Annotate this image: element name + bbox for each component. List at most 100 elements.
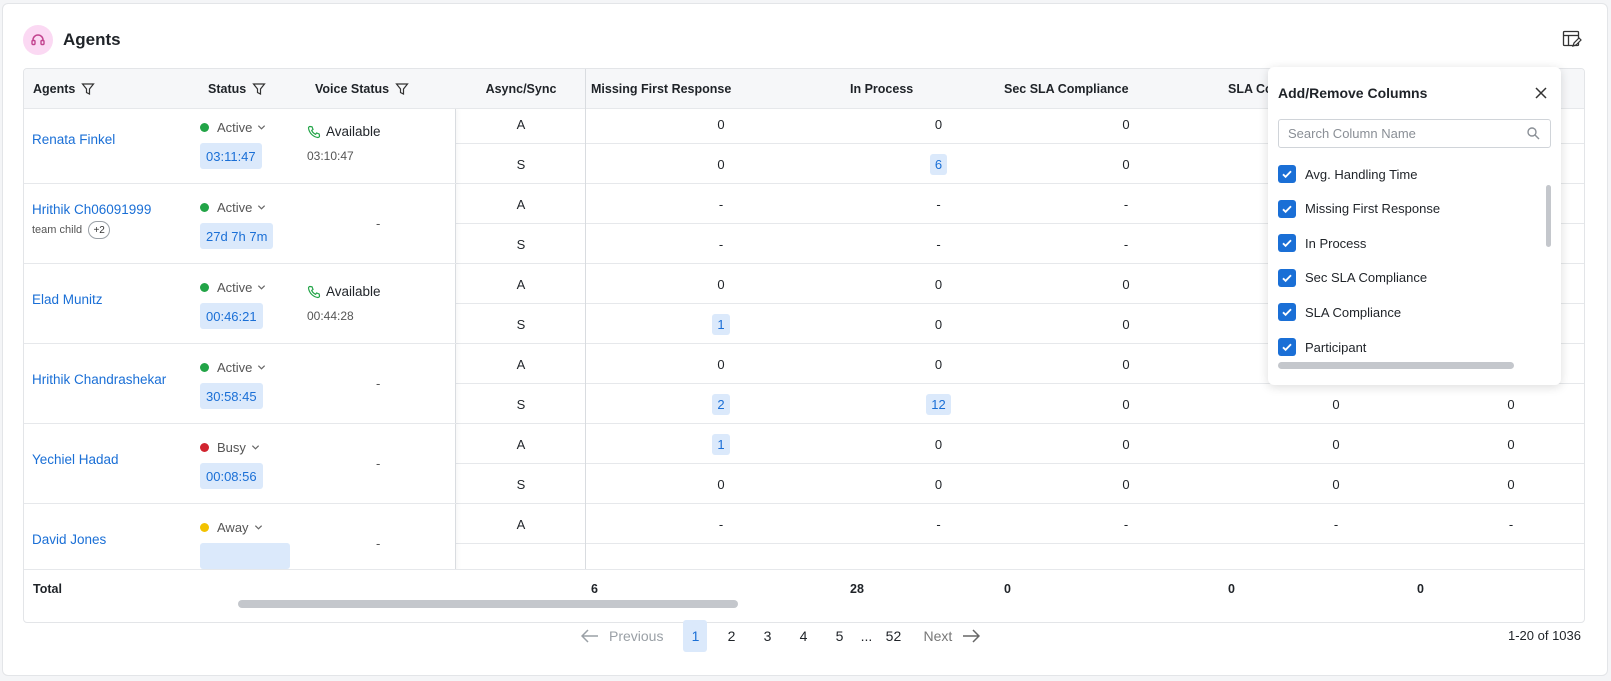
- in-process-cell: 0: [876, 464, 1001, 504]
- count-link[interactable]: 2: [712, 393, 730, 415]
- chevron-down-icon: [258, 365, 266, 370]
- status-label: Active: [217, 360, 253, 375]
- status-dropdown[interactable]: Active: [200, 120, 266, 135]
- cell-value: A: [516, 116, 526, 132]
- column-search-input[interactable]: [1278, 119, 1551, 148]
- column-option[interactable]: Missing First Response: [1278, 199, 1440, 219]
- checkbox-checked[interactable]: [1278, 234, 1296, 253]
- sec-sla-cell: 0: [1056, 424, 1196, 464]
- async-sync-cell: S: [456, 384, 586, 424]
- checkmark-icon: [1282, 170, 1292, 179]
- column-option[interactable]: Sec SLA Compliance: [1278, 268, 1427, 288]
- checkbox-checked[interactable]: [1278, 338, 1296, 356]
- next-button[interactable]: Next: [923, 628, 981, 644]
- col-sla-compliance[interactable]: SLA Co: [1228, 69, 1273, 109]
- cell-value: -: [1123, 516, 1129, 532]
- cell-value: 0: [717, 156, 725, 172]
- column-option[interactable]: Participant: [1278, 337, 1366, 357]
- status-dropdown[interactable]: Active: [200, 200, 266, 215]
- count-link[interactable]: 6: [929, 153, 948, 175]
- more-teams-chip[interactable]: +2: [88, 221, 111, 239]
- filter-icon[interactable]: [395, 82, 409, 96]
- col-async-sync[interactable]: Async/Sync: [456, 69, 586, 109]
- sec-sla-cell: -: [1056, 184, 1196, 224]
- panel-horizontal-scrollbar[interactable]: [1278, 362, 1514, 369]
- status-dropdown[interactable]: Busy: [200, 440, 260, 455]
- missing-first-response-cell: 2: [591, 384, 851, 424]
- checkbox-checked[interactable]: [1278, 268, 1296, 287]
- total-sla: 0: [1228, 582, 1235, 596]
- status-dropdown[interactable]: Active: [200, 360, 266, 375]
- col-in-process[interactable]: In Process: [850, 69, 913, 109]
- sec-sla-cell: 0: [1056, 384, 1196, 424]
- filter-icon[interactable]: [252, 82, 266, 96]
- async-sync-cell: A: [456, 184, 586, 224]
- missing-first-response-cell: 0: [591, 109, 851, 144]
- team-name: team child: [32, 224, 83, 236]
- status-dropdown[interactable]: Active: [200, 280, 266, 295]
- count-link[interactable]: 12: [926, 393, 951, 415]
- column-option[interactable]: Avg. Handling Time: [1278, 164, 1418, 184]
- missing-first-response-cell: 1: [591, 424, 851, 464]
- chevron-down-icon: [258, 125, 266, 130]
- pagination-ellipsis: ...: [860, 628, 873, 644]
- column-option[interactable]: SLA Compliance: [1278, 302, 1401, 322]
- agent-name-link[interactable]: Renata Finkel: [32, 132, 115, 147]
- cell-value: 0: [1332, 476, 1340, 492]
- page-2-button[interactable]: 2: [719, 620, 743, 652]
- checkmark-icon: [1282, 239, 1292, 248]
- cell-value: A: [516, 276, 526, 292]
- col-missing-first-response[interactable]: Missing First Response: [591, 69, 731, 109]
- sec-sla-cell: 0: [1056, 264, 1196, 304]
- agent-name-link[interactable]: Elad Munitz: [32, 292, 103, 307]
- checkbox-checked[interactable]: [1278, 199, 1296, 218]
- status-timer: 27d 7h 7m: [200, 223, 274, 249]
- col-agents[interactable]: Agents: [33, 69, 96, 109]
- async-sync-cell: A: [456, 504, 586, 544]
- column-settings-icon[interactable]: [1559, 26, 1585, 52]
- table-row: A-----: [456, 504, 1584, 544]
- cell-value: 0: [934, 476, 943, 492]
- missing-first-response-cell: 1: [591, 304, 851, 344]
- cell-value: 0: [1122, 396, 1130, 412]
- agent-name-link[interactable]: Hrithik Chandrashekar: [32, 372, 166, 387]
- filter-icon[interactable]: [81, 82, 96, 96]
- agent-name-link[interactable]: Yechiel Hadad: [32, 452, 119, 467]
- checkbox-checked[interactable]: [1278, 165, 1296, 183]
- participant-cell: 0: [1446, 384, 1576, 424]
- cell-value: S: [516, 156, 526, 172]
- page-3-button[interactable]: 3: [755, 620, 779, 652]
- agents-card: Agents Agents Status Voice Status Async/…: [2, 3, 1608, 676]
- close-icon[interactable]: [1533, 85, 1549, 101]
- col-status[interactable]: Status: [208, 69, 266, 109]
- page-4-button[interactable]: 4: [791, 620, 815, 652]
- search-icon: [1527, 127, 1540, 140]
- agent-name-link[interactable]: David Jones: [32, 532, 106, 547]
- count-link[interactable]: 1: [712, 433, 730, 455]
- cell-value: -: [1123, 236, 1129, 252]
- checkbox-checked[interactable]: [1278, 303, 1296, 322]
- sec-sla-cell: 0: [1056, 109, 1196, 144]
- column-option-label: Avg. Handling Time: [1305, 166, 1418, 182]
- agent-name-link[interactable]: Hrithik Ch06091999: [32, 202, 151, 217]
- cell-value: 0: [1122, 316, 1130, 332]
- chevron-down-icon: [254, 525, 262, 530]
- cell-value: 0: [934, 436, 943, 452]
- previous-button[interactable]: Previous: [581, 628, 663, 644]
- count-link[interactable]: 1: [712, 313, 730, 335]
- status-timer: 30:58:45: [200, 383, 263, 409]
- chevron-down-icon: [251, 445, 259, 450]
- column-option[interactable]: In Process: [1278, 233, 1366, 253]
- panel-vertical-scrollbar[interactable]: [1546, 185, 1551, 247]
- total-label: Total: [33, 582, 62, 596]
- status-dropdown[interactable]: Away: [200, 520, 263, 535]
- page-52-button[interactable]: 52: [881, 620, 905, 652]
- col-sec-sla-compliance[interactable]: Sec SLA Compliance: [1004, 69, 1129, 109]
- page-5-button[interactable]: 5: [827, 620, 851, 652]
- cell-value: S: [516, 476, 526, 492]
- cell-value: -: [718, 516, 724, 532]
- agent-row: Elad Munitz Active 00:46:21 Available 00:44:…: [24, 264, 456, 344]
- page-1-button[interactable]: 1: [683, 620, 708, 652]
- horizontal-scrollbar[interactable]: [238, 600, 738, 608]
- col-voice-status[interactable]: Voice Status: [315, 69, 409, 109]
